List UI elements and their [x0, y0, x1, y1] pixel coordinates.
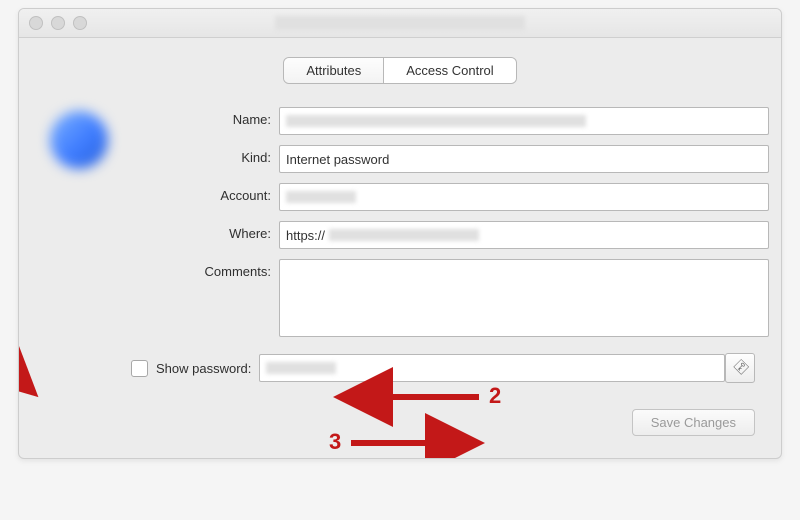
label-name: Name:	[131, 107, 271, 127]
account-value	[286, 191, 356, 203]
zoom-icon[interactable]	[73, 16, 87, 30]
dialog-window: Attributes Access Control Name:	[18, 8, 782, 459]
tab-bar: Attributes Access Control	[19, 38, 781, 97]
content-area: Name: Kind: Internet password	[19, 97, 781, 458]
segmented-control: Attributes Access Control	[284, 58, 515, 83]
name-field[interactable]	[279, 107, 769, 135]
key-button[interactable]: ⚿	[725, 353, 755, 383]
item-icon	[50, 111, 108, 169]
annotation-1-arrow	[19, 335, 34, 393]
where-host	[329, 229, 479, 241]
where-protocol: https://	[286, 228, 325, 243]
kind-field[interactable]: Internet password	[279, 145, 769, 173]
kind-value: Internet password	[286, 152, 389, 167]
comments-field[interactable]	[279, 259, 769, 337]
show-password-checkbox[interactable]	[131, 360, 148, 377]
account-field[interactable]	[279, 183, 769, 211]
window-controls	[29, 16, 87, 30]
tab-attributes[interactable]: Attributes	[284, 58, 383, 83]
titlebar	[19, 9, 781, 38]
tab-access-control[interactable]: Access Control	[383, 58, 515, 83]
where-field[interactable]: https://	[279, 221, 769, 249]
window-title	[275, 16, 525, 30]
label-where: Where:	[131, 221, 271, 241]
label-account: Account:	[131, 183, 271, 203]
minimize-icon[interactable]	[51, 16, 65, 30]
label-kind: Kind:	[131, 145, 271, 165]
name-value	[286, 115, 586, 127]
form: Name: Kind: Internet password	[131, 107, 755, 436]
password-field[interactable]	[259, 354, 725, 382]
close-icon[interactable]	[29, 16, 43, 30]
key-icon: ⚿	[729, 357, 750, 378]
save-changes-button[interactable]: Save Changes	[632, 409, 755, 436]
label-show-password: Show password:	[156, 361, 251, 376]
password-value	[266, 362, 336, 374]
label-comments: Comments:	[131, 259, 271, 279]
